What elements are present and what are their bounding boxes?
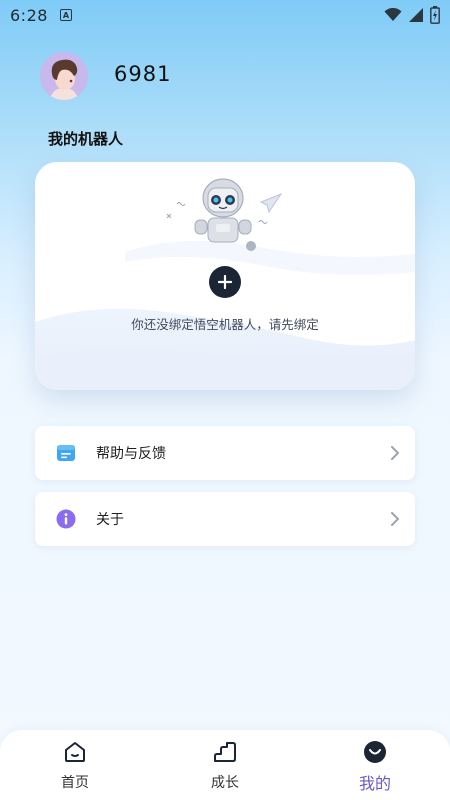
wifi-icon xyxy=(384,8,402,21)
menu-label-about: 关于 xyxy=(96,512,124,528)
section-title: 我的机器人 xyxy=(48,130,124,148)
nav-item-profile[interactable]: 我的 xyxy=(300,730,450,800)
nav-item-growth[interactable]: 成长 xyxy=(150,730,300,800)
plus-icon xyxy=(218,275,232,289)
nav-label-home: 首页 xyxy=(61,775,89,791)
nav-label-profile: 我的 xyxy=(358,774,391,793)
battery-icon xyxy=(430,6,440,24)
status-bar: 6:28 A xyxy=(0,0,450,30)
robot-card: 你还没绑定悟空机器人，请先绑定 xyxy=(35,162,415,390)
menu-label-help-feedback: 帮助与反馈 xyxy=(96,446,166,462)
growth-icon xyxy=(214,742,236,762)
chevron-right-icon xyxy=(391,512,399,526)
username: 6981 xyxy=(114,62,172,86)
bind-hint-text: 你还没绑定悟空机器人，请先绑定 xyxy=(131,317,319,332)
info-icon xyxy=(56,509,76,529)
menu-item-about[interactable]: 关于 xyxy=(35,492,415,546)
feedback-icon xyxy=(57,445,75,461)
robot-illustration-icon xyxy=(166,178,283,251)
bottom-nav: 首页 成长 我的 xyxy=(0,730,450,800)
nav-label-growth: 成长 xyxy=(211,775,239,791)
home-icon xyxy=(65,742,85,762)
status-time: 6:28 xyxy=(10,5,48,25)
add-robot-button[interactable] xyxy=(209,266,241,298)
avatar-face-icon xyxy=(40,52,88,100)
notification-a-icon: A xyxy=(59,9,72,21)
menu-item-help-feedback[interactable]: 帮助与反馈 xyxy=(35,426,415,480)
profile-icon xyxy=(364,741,386,763)
nav-item-home[interactable]: 首页 xyxy=(0,730,150,800)
chevron-right-icon xyxy=(391,446,399,460)
avatar[interactable] xyxy=(40,52,88,100)
cellular-signal-icon xyxy=(409,8,423,22)
